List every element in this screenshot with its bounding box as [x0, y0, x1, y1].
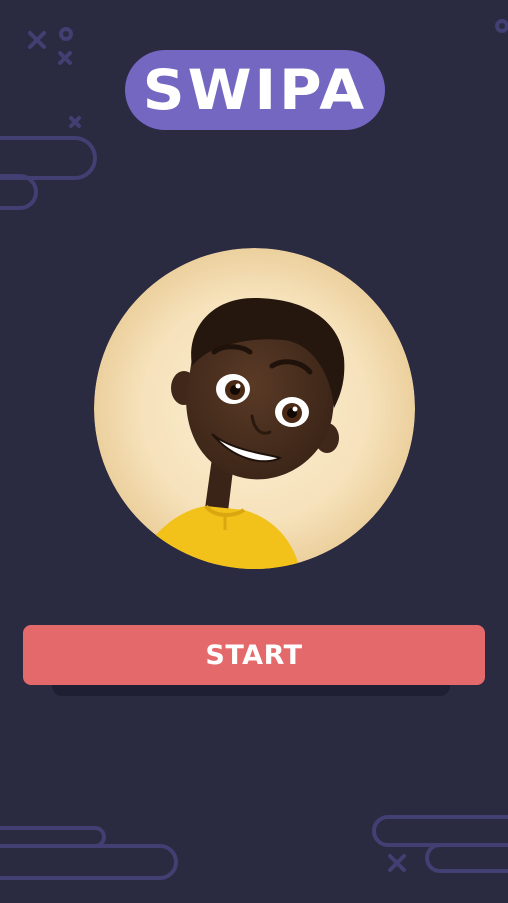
circle-icon [495, 19, 508, 33]
logo-text: SWIPA [142, 57, 368, 123]
avatar [94, 248, 415, 569]
start-screen: SWIPA START [0, 0, 508, 903]
start-button[interactable]: START [23, 625, 485, 685]
smiling-boy-avatar-icon [94, 248, 415, 569]
cross-icon [58, 51, 72, 65]
cloud-shape [0, 844, 178, 880]
cross-icon [69, 116, 81, 128]
app-logo: SWIPA [125, 50, 385, 130]
cloud-shape [372, 815, 508, 847]
cross-icon [388, 854, 406, 872]
circle-icon [59, 27, 73, 41]
cross-icon [28, 31, 46, 49]
cloud-shape [0, 826, 106, 848]
cloud-shape [425, 843, 508, 873]
cloud-shape [0, 174, 38, 210]
cloud-shape [0, 136, 97, 180]
